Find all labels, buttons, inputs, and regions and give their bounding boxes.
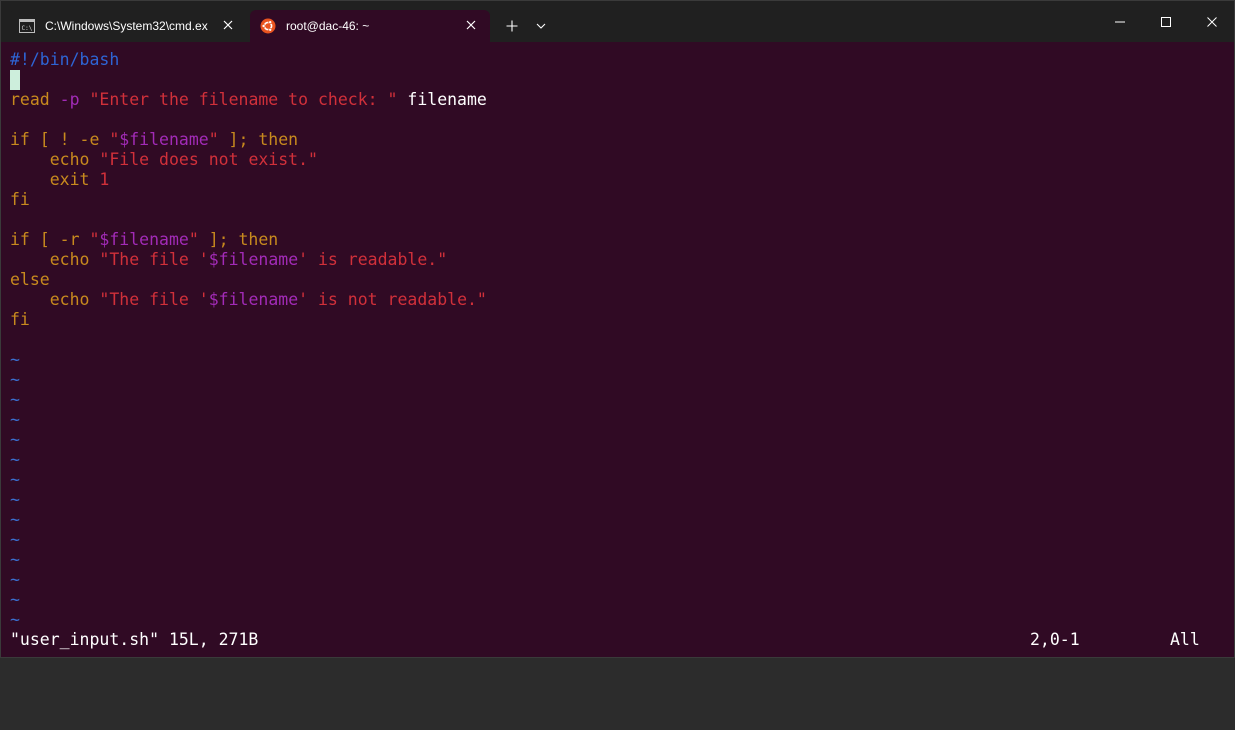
empty-line-tilde: ~ [10, 490, 20, 509]
svg-text:C:\: C:\ [22, 25, 33, 32]
empty-line-tilde: ~ [10, 370, 20, 389]
code-line: fi [10, 310, 1226, 330]
string: ' is readable." [298, 250, 448, 269]
tab-title: C:\Windows\System32\cmd.ex [45, 19, 208, 33]
empty-line-tilde: ~ [10, 530, 20, 549]
string: " [188, 230, 199, 249]
empty-line-tilde: ~ [10, 550, 20, 569]
code-line [10, 70, 1226, 90]
shebang: #!/bin/bash [10, 50, 120, 69]
vim-status-line: "user_input.sh" 15L, 271B 2,0-1 All [10, 630, 1226, 650]
string: ' is not readable." [298, 290, 487, 309]
empty-line-tilde: ~ [10, 430, 20, 449]
variable: $filename [119, 130, 209, 149]
string: " [208, 130, 219, 149]
variable: $filename [99, 230, 189, 249]
code-line: echo "File does not exist." [10, 150, 1226, 170]
keyword: fi [10, 310, 30, 329]
keyword: if [ -r [10, 230, 90, 249]
empty-line-tilde: ~ [10, 390, 20, 409]
maximize-icon[interactable] [1143, 1, 1189, 42]
chevron-down-icon[interactable] [531, 15, 551, 37]
code-line: fi [10, 190, 1226, 210]
close-tab-icon[interactable] [221, 18, 235, 32]
number: 1 [89, 170, 110, 189]
variable: $filename [208, 290, 299, 309]
code-line: else [10, 270, 1226, 290]
keyword: fi [10, 190, 30, 209]
string: "File does not exist." [89, 150, 318, 169]
vim-editor[interactable]: #!/bin/bash read -p "Enter the filename … [10, 50, 1226, 650]
code-line: #!/bin/bash [10, 50, 1226, 70]
file-info: "user_input.sh" 15L, 271B [10, 630, 259, 649]
tab-ubuntu[interactable]: root@dac-46: ~ [250, 10, 490, 42]
empty-line-tilde: ~ [10, 610, 20, 629]
code-line: echo "The file '$filename' is readable." [10, 250, 1226, 270]
empty-line-tilde: ~ [10, 450, 20, 469]
empty-line-tilde: ~ [10, 510, 20, 529]
empty-line-tilde: ~ [10, 470, 20, 489]
string: "The file ' [89, 290, 209, 309]
keyword: echo [49, 150, 90, 169]
cursor [10, 70, 20, 90]
terminal-window: C:\ C:\Windows\System32\cmd.ex root@dac-… [0, 0, 1235, 658]
string: "The file ' [89, 250, 209, 269]
ubuntu-icon [260, 18, 276, 34]
empty-line-tilde: ~ [10, 590, 20, 609]
code-line: if [ -r "$filename" ]; then [10, 230, 1226, 250]
close-icon[interactable] [1189, 1, 1235, 42]
minimize-icon[interactable] [1097, 1, 1143, 42]
option: -p [49, 90, 80, 109]
keyword: ]; then [198, 230, 279, 249]
tab-cmd[interactable]: C:\ C:\Windows\System32\cmd.ex [9, 10, 247, 42]
empty-line-tilde: ~ [10, 570, 20, 589]
code-line: if [ ! -e "$filename" ]; then [10, 130, 1226, 150]
keyword: read [10, 90, 50, 109]
keyword: if [ ! -e [10, 130, 110, 149]
identifier: filename [397, 90, 487, 109]
code-line: exit 1 [10, 170, 1226, 190]
empty-line-tilde: ~ [10, 350, 20, 369]
keyword: ]; then [218, 130, 299, 149]
keyword: exit [49, 170, 90, 189]
scroll-indicator: All [1170, 630, 1200, 649]
tab-title: root@dac-46: ~ [286, 19, 370, 33]
plus-icon[interactable] [501, 15, 523, 37]
keyword: echo [49, 290, 90, 309]
code-line: echo "The file '$filename' is not readab… [10, 290, 1226, 310]
tab-bar: C:\ C:\Windows\System32\cmd.ex root@dac-… [1, 1, 1234, 42]
empty-lines: ~ ~ ~ ~ ~ ~ ~ ~ ~ ~ ~ ~ ~ ~ [10, 350, 1226, 630]
string: "Enter the filename to check: " [79, 90, 398, 109]
close-tab-icon[interactable] [464, 18, 478, 32]
keyword: else [10, 270, 50, 289]
code-line: read -p "Enter the filename to check: " … [10, 90, 1226, 110]
string: " [109, 130, 120, 149]
variable: $filename [208, 250, 299, 269]
empty-line-tilde: ~ [10, 410, 20, 429]
cursor-position: 2,0-1 [1030, 630, 1080, 649]
string: " [89, 230, 100, 249]
cmd-icon: C:\ [19, 19, 35, 33]
keyword: echo [49, 250, 90, 269]
